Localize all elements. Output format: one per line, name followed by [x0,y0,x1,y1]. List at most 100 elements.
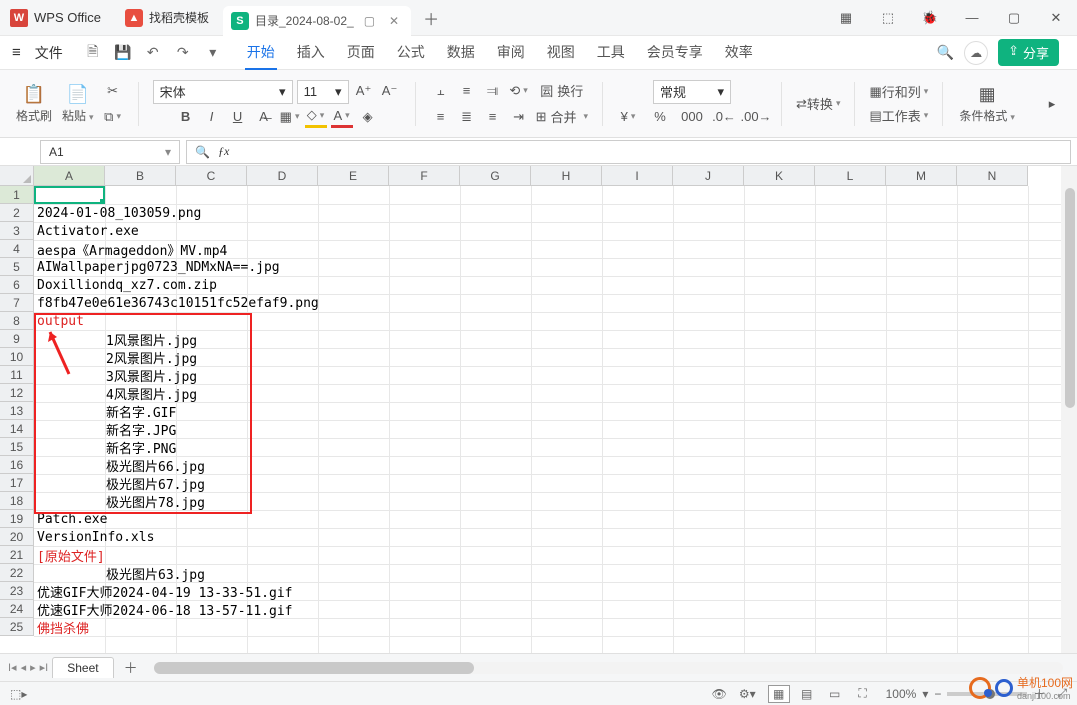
zoom-slider[interactable] [947,692,1027,696]
cell-row[interactable]: 2024-01-08_103059.png [34,204,176,222]
tab-formula[interactable]: 公式 [395,36,427,70]
cell[interactable]: 2风景图片.jpg [105,348,176,367]
row-header[interactable]: 14 [0,420,34,438]
font-color-icon[interactable]: A [331,106,353,128]
zoom-in-icon[interactable]: ＋ [1033,685,1045,702]
cell-row[interactable]: 极光图片78.jpg [34,492,176,510]
zoom-value[interactable]: 100% [886,687,917,701]
cell[interactable]: Activator.exe [34,224,105,239]
paste-button[interactable]: 📄粘贴 [60,84,96,124]
column-header[interactable]: N [957,166,1028,186]
column-header[interactable]: B [105,166,176,186]
indent-icon[interactable]: ⇥ [508,106,530,128]
tab-home[interactable]: 开始 [245,36,277,70]
column-header[interactable]: C [176,166,247,186]
tab-data[interactable]: 数据 [445,36,477,70]
sheet-last-icon[interactable]: ▸I [40,661,49,674]
cell-area[interactable]: 2024-01-08_103059.png Activator.exeaespa《… [34,186,1061,653]
qat-dropdown-icon[interactable]: ▾ [201,41,225,65]
fill-color-icon[interactable]: ◇ [305,106,327,128]
cell-row[interactable]: 3风景图片.jpg [34,366,176,384]
row-header[interactable]: 1 [0,186,34,204]
vertical-scroll-thumb[interactable] [1065,188,1075,408]
row-header[interactable]: 15 [0,438,34,456]
select-all-corner[interactable] [0,166,34,186]
tab-page[interactable]: 页面 [345,36,377,70]
column-header[interactable]: H [531,166,602,186]
cell[interactable]: 优速GIF大师2024-06-18 13-57-11.gif [34,600,105,619]
tab-tools[interactable]: 工具 [595,36,627,70]
column-header[interactable]: A [34,166,105,186]
cell[interactable]: 极光图片67.jpg [105,474,176,493]
column-header[interactable]: I [602,166,673,186]
align-center-icon[interactable]: ≣ [456,106,478,128]
row-header[interactable]: 18 [0,492,34,510]
column-header[interactable]: L [815,166,886,186]
status-record-icon[interactable]: ⬚▸ [10,687,27,701]
formula-bar[interactable]: 🔍 ƒx [186,140,1071,164]
bold-icon[interactable]: B [175,106,197,128]
cell-row[interactable]: 4风景图片.jpg [34,384,176,402]
underline-icon[interactable]: U [227,106,249,128]
pin-icon[interactable]: ▢ [360,14,379,28]
cell-row[interactable]: Doxilliondq_xz7.com.zip [34,276,176,294]
view-reading-icon[interactable]: ▭ [824,685,846,703]
cell[interactable]: 优速GIF大师2024-04-19 13-33-51.gif [34,582,105,601]
cell-row[interactable]: 优速GIF大师2024-04-19 13-33-51.gif [34,582,176,600]
cell-row[interactable]: f8fb47e0e61e36743c10151fc52efaf9.png [34,294,176,312]
row-header[interactable]: 21 [0,546,34,564]
formula-search-icon[interactable]: 🔍 [195,145,210,159]
redo-icon[interactable]: ↷ [171,41,195,65]
horizontal-scrollbar[interactable] [154,662,1063,674]
cell-row[interactable]: [原始文件] [34,546,176,564]
cell-row[interactable]: 新名字.GIF [34,402,176,420]
zoom-out-icon[interactable]: − [934,687,941,701]
cube-icon[interactable]: ⬚ [867,0,909,36]
file-menu[interactable]: 文件 [27,43,71,63]
tab-view[interactable]: 视图 [545,36,577,70]
strikethrough-icon[interactable]: A̶ [253,106,275,128]
new-icon[interactable]: 🗎 [81,41,105,65]
column-header[interactable]: J [673,166,744,186]
cell-row[interactable]: 极光图片66.jpg [34,456,176,474]
expand-icon[interactable]: ⤢ [1057,686,1067,701]
cell-row[interactable]: 新名字.PNG [34,438,176,456]
cell[interactable]: 极光图片66.jpg [105,456,176,475]
undo-icon[interactable]: ↶ [141,41,165,65]
cell-row[interactable]: Patch.exe [34,510,176,528]
tab-efficiency[interactable]: 效率 [723,36,755,70]
tab-member[interactable]: 会员专享 [645,36,705,70]
cell-row[interactable]: 极光图片67.jpg [34,474,176,492]
cell[interactable]: 佛挡杀佛 [34,618,105,637]
row-header[interactable]: 16 [0,456,34,474]
row-header[interactable]: 17 [0,474,34,492]
cell-row[interactable]: 1风景图片.jpg [34,330,176,348]
ribbon-expand-icon[interactable]: ▸ [1041,93,1063,115]
cell[interactable]: 4风景图片.jpg [105,384,176,403]
number-format-select[interactable]: 常规▾ [653,80,731,104]
hamburger-icon[interactable]: ≡ [8,44,25,61]
row-header[interactable]: 13 [0,402,34,420]
worksheet-button[interactable]: ▤ 工作表 [869,105,928,127]
ladybug-icon[interactable]: 🐞 [909,0,951,36]
cell-row[interactable]: aespa《Armageddon》MV.mp4 [34,240,176,258]
tab-review[interactable]: 审阅 [495,36,527,70]
cell[interactable]: 新名字.PNG [105,438,176,457]
layout-icon[interactable]: ▦ [825,0,867,36]
cell[interactable]: Doxilliondq_xz7.com.zip [34,278,105,293]
row-header[interactable]: 7 [0,294,34,312]
cell[interactable]: f8fb47e0e61e36743c10151fc52efaf9.png [34,296,105,311]
cell[interactable]: output [34,314,105,329]
eye-icon[interactable]: 👁 [712,687,727,701]
row-header[interactable]: 23 [0,582,34,600]
search-icon[interactable]: 🔍 [937,44,954,61]
currency-icon[interactable]: ¥ [617,106,639,128]
cell[interactable]: 新名字.JPG [105,420,176,439]
cell[interactable]: VersionInfo.xls [34,530,105,545]
cell-row[interactable]: Activator.exe [34,222,176,240]
row-header[interactable]: 24 [0,600,34,618]
conditional-format-button[interactable]: ▦条件格式 [957,84,1017,124]
spreadsheet-grid[interactable]: ABCDEFGHIJKLMN 1234567891011121314151617… [0,166,1077,653]
row-header[interactable]: 2 [0,204,34,222]
cell-row[interactable]: AIWallpaperjpg0723_NDMxNA==.jpg [34,258,176,276]
